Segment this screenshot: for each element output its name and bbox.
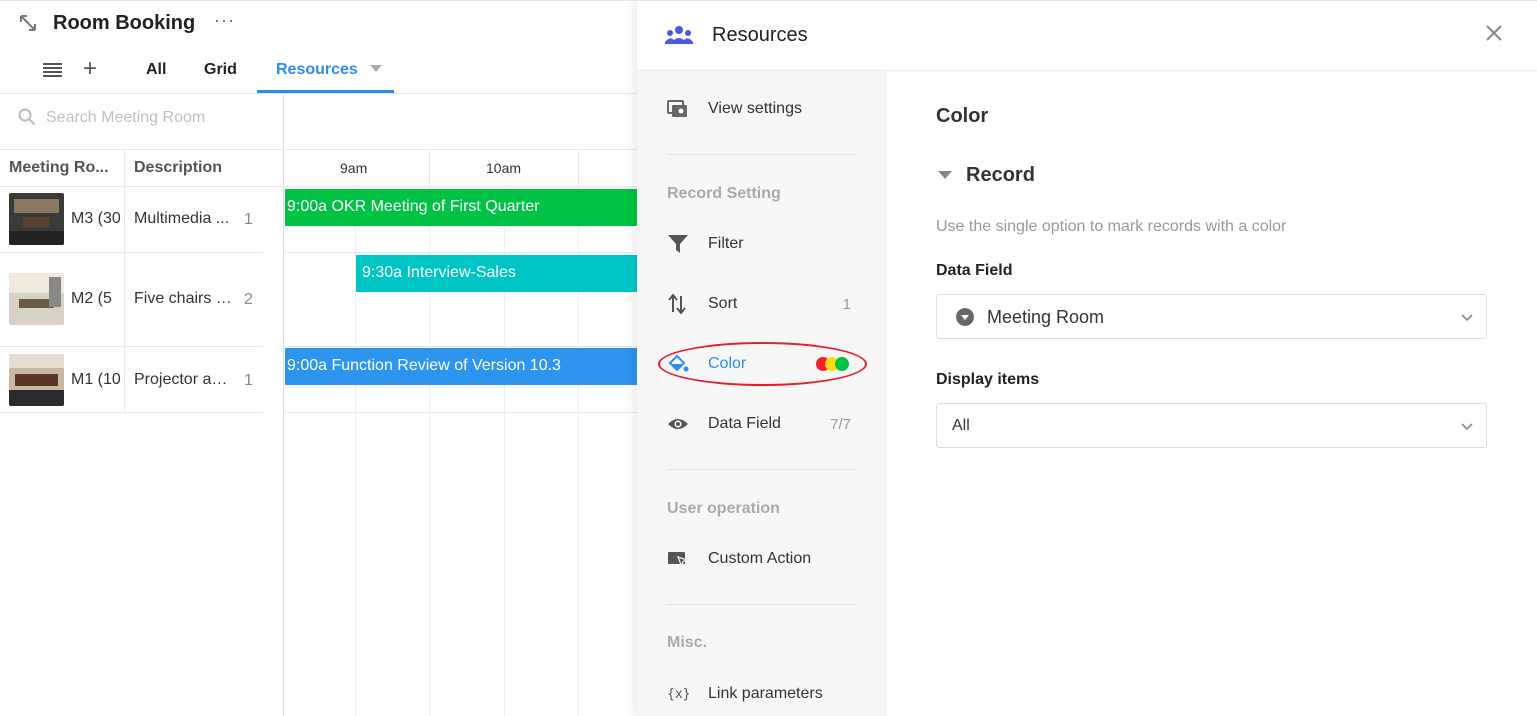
column-header-meeting-room[interactable]: Meeting Ro... [9,159,109,177]
settings-nav: View settings Record Setting Filter Sort… [637,71,887,716]
group-user-operation: User operation [667,500,780,517]
display-items-value: All [952,417,970,434]
nav-label: Data Field [708,415,781,432]
variable-icon: {x} [667,687,689,702]
nav-custom-action[interactable]: Custom Action [637,539,887,579]
nav-filter[interactable]: Filter [637,224,887,264]
group-misc: Misc. [667,634,708,651]
nav-label: Sort [708,295,738,312]
table-row[interactable]: M3 (30 Multimedia ... 1 [0,187,263,253]
highlight-annotation [658,342,867,386]
nav-data-field[interactable]: Data Field 7/7 [637,404,887,444]
panel-title: Resources [712,24,808,46]
column-divider [124,187,125,252]
column-divider [124,150,125,187]
title-bar: Room Booking ··· [0,1,640,45]
event-okr-meeting[interactable]: 9:00a OKR Meeting of First Quarter [285,189,640,226]
room-name: M1 (10 [71,371,121,388]
record-section-toggle[interactable]: Record [966,164,1035,187]
tab-grid[interactable]: Grid [204,61,237,79]
timeline: 9am 10am 9:00a OKR Meeting of First Quar… [285,94,640,716]
close-icon[interactable] [1485,24,1503,42]
chevron-down-icon [1461,314,1473,322]
room-name: M2 (5 [71,290,112,307]
more-options-icon[interactable]: ··· [214,10,235,31]
sort-count: 1 [842,296,851,313]
search-icon [18,108,36,126]
nav-label: View settings [708,100,802,117]
room-booking-app: Room Booking ··· + All Grid Resources Me… [0,0,640,716]
nav-sort[interactable]: Sort 1 [637,284,887,324]
nav-label: Custom Action [708,550,812,567]
app-title: Room Booking [53,12,196,34]
event-function-review[interactable]: 9:00a Function Review of Version 10.3 [285,348,640,385]
grid-line [285,412,640,413]
time-label-9am: 9am [340,160,368,176]
custom-action-icon [668,552,689,568]
svg-text:{x}: {x} [667,687,689,702]
grid-line [285,346,640,347]
active-tab-indicator [257,90,394,93]
tab-all[interactable]: All [146,61,166,79]
nav-view-settings[interactable]: View settings [637,89,887,129]
room-description: Projector ava... [134,371,232,388]
table-row[interactable]: M1 (10 Projector ava... 1 [0,347,263,413]
nav-link-parameters[interactable]: {x} Link parameters [637,674,887,714]
caret-down-icon[interactable] [938,171,952,179]
room-photo [9,193,64,245]
divider [667,604,857,605]
eye-icon [668,419,688,429]
resource-list: Meeting Ro... Description M3 (30 Multime… [0,94,284,716]
room-count: 2 [244,291,253,308]
grid-header: Meeting Ro... Description [0,149,284,187]
expand-icon[interactable] [18,13,38,33]
panel-header: Resources [637,1,1537,71]
chevron-down-icon [1461,423,1473,431]
display-items-select[interactable]: All [936,403,1487,448]
room-count: 1 [244,211,253,228]
filter-icon [668,235,688,253]
menu-icon[interactable] [43,62,62,78]
event-interview-sales[interactable]: 9:30a Interview-Sales [356,255,640,292]
room-description: Five chairs a... [134,290,232,307]
table-row[interactable]: M2 (5 Five chairs a... 2 [0,253,263,347]
room-description: Multimedia ... [134,210,230,227]
hint-text: Use the single option to mark records wi… [936,218,1287,235]
group-record-setting: Record Setting [667,185,781,202]
column-divider [124,347,125,412]
room-photo [9,354,64,406]
resources-icon [665,26,693,44]
column-header-description[interactable]: Description [134,159,222,177]
single-option-icon [956,308,974,326]
sort-icon [668,294,686,314]
section-title: Color [936,105,989,127]
chevron-down-icon[interactable] [370,65,382,72]
data-field-value: Meeting Room [987,307,1105,327]
data-field-select[interactable]: Meeting Room [936,294,1487,339]
data-field-count: 7/7 [830,416,851,433]
color-settings: Color Record Use the single option to ma… [887,71,1537,716]
room-name: M3 (30 [71,210,121,227]
timeline-header: 9am 10am [285,149,640,188]
search-input[interactable] [46,106,266,130]
time-label-10am: 10am [486,160,522,176]
data-field-label: Data Field [936,262,1013,279]
view-settings-icon [667,100,687,117]
room-count: 1 [244,372,253,389]
add-view-icon[interactable]: + [83,57,97,81]
divider [667,469,857,470]
room-photo [9,273,64,325]
view-bar: + All Grid Resources [0,49,640,94]
grid-line [285,252,640,253]
nav-label: Link parameters [708,685,823,702]
divider [578,150,579,188]
column-divider [124,253,125,346]
resources-settings-panel: Resources View settings Record Setting F… [637,0,1537,716]
tab-resources[interactable]: Resources [276,61,358,79]
divider [429,150,430,188]
divider [667,154,857,155]
nav-label: Filter [708,235,744,252]
display-items-label: Display items [936,371,1040,388]
